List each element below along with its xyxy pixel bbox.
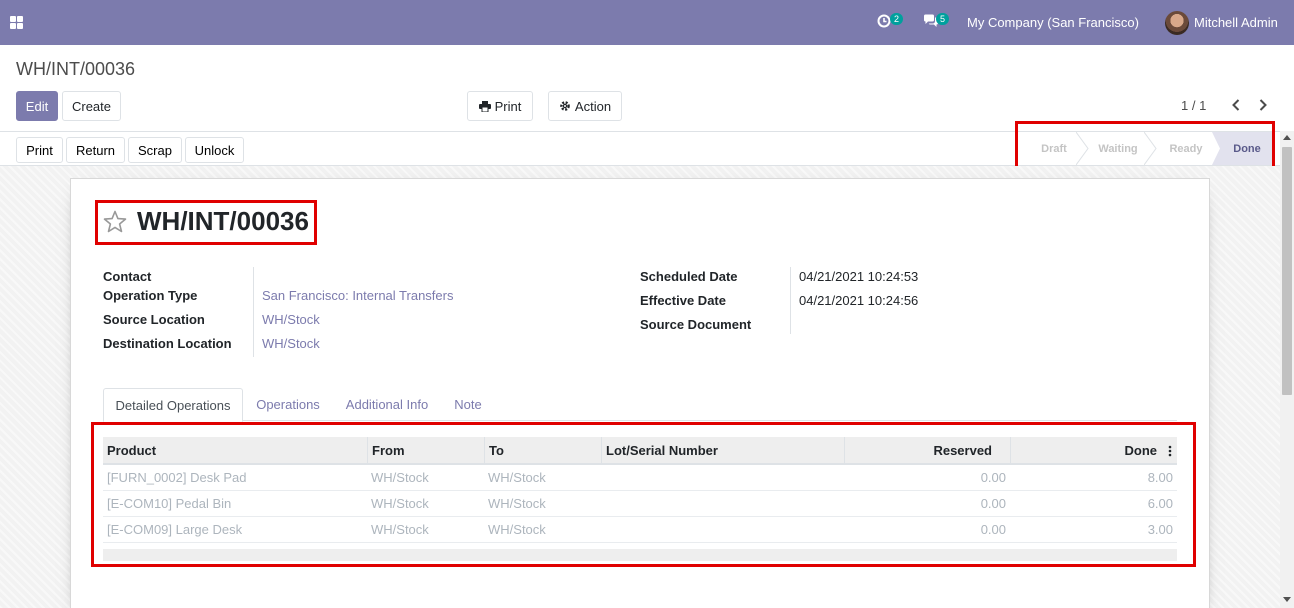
scroll-up-icon[interactable] [1283, 135, 1291, 140]
scheduled-date-label: Scheduled Date [640, 269, 738, 284]
pager-value[interactable]: 1 / 1 [1181, 98, 1206, 113]
print-dropdown-button[interactable]: Print [467, 91, 533, 121]
pager-next-icon[interactable] [1256, 96, 1270, 114]
print-button[interactable]: Print [16, 137, 63, 163]
tab-operations[interactable]: Operations [249, 388, 327, 421]
unlock-button[interactable]: Unlock [185, 137, 244, 163]
user-menu[interactable]: Mitchell Admin [1194, 15, 1278, 30]
source-document-label: Source Document [640, 317, 752, 332]
destination-location-value[interactable]: WH/Stock [262, 336, 320, 351]
pager-previous-icon[interactable] [1229, 96, 1243, 114]
scrap-button[interactable]: Scrap [128, 137, 182, 163]
tab-additional-info[interactable]: Additional Info [339, 388, 435, 421]
create-button[interactable]: Create [62, 91, 121, 121]
notebook-tabs: Detailed Operations Operations Additiona… [103, 388, 1177, 422]
source-location-value[interactable]: WH/Stock [262, 312, 320, 327]
scheduled-date-value: 04/21/2021 10:24:53 [799, 269, 919, 284]
scroll-down-icon[interactable] [1283, 597, 1291, 602]
left-group-divider [253, 267, 254, 357]
tab-detailed-operations[interactable]: Detailed Operations [103, 388, 243, 422]
activities-count-badge: 2 [890, 13, 904, 25]
messages-count-badge: 5 [936, 13, 950, 25]
effective-date-value: 04/21/2021 10:24:56 [799, 293, 919, 308]
table-highlight-box [91, 422, 1196, 567]
operation-type-value[interactable]: San Francisco: Internal Transfers [262, 288, 453, 303]
vertical-scrollbar[interactable] [1280, 131, 1294, 608]
return-button[interactable]: Return [66, 137, 125, 163]
status-bar-highlight-box [1015, 121, 1275, 172]
effective-date-label: Effective Date [640, 293, 726, 308]
source-location-label: Source Location [103, 312, 205, 327]
top-navbar: 2 5 My Company (San Francisco) Mitchell … [0, 0, 1294, 45]
title-highlight-box [95, 200, 317, 245]
action-dropdown-label: Action [574, 98, 612, 114]
action-dropdown-button[interactable]: Action [548, 91, 622, 121]
printer-icon [478, 100, 491, 112]
operation-type-label: Operation Type [103, 288, 198, 303]
destination-location-label: Destination Location [103, 336, 232, 351]
print-dropdown-label: Print [494, 98, 522, 114]
gear-icon [560, 101, 570, 111]
apps-menu-icon[interactable] [10, 16, 23, 29]
user-avatar[interactable] [1165, 11, 1189, 35]
activities-icon[interactable] [877, 14, 891, 28]
right-group-divider [790, 267, 791, 334]
breadcrumb: WH/INT/00036 [16, 59, 136, 79]
tab-note[interactable]: Note [447, 388, 489, 421]
company-switcher[interactable]: My Company (San Francisco) [967, 15, 1139, 30]
edit-button[interactable]: Edit [16, 91, 58, 121]
scrollbar-thumb[interactable] [1282, 147, 1292, 395]
contact-label: Contact [103, 269, 152, 284]
